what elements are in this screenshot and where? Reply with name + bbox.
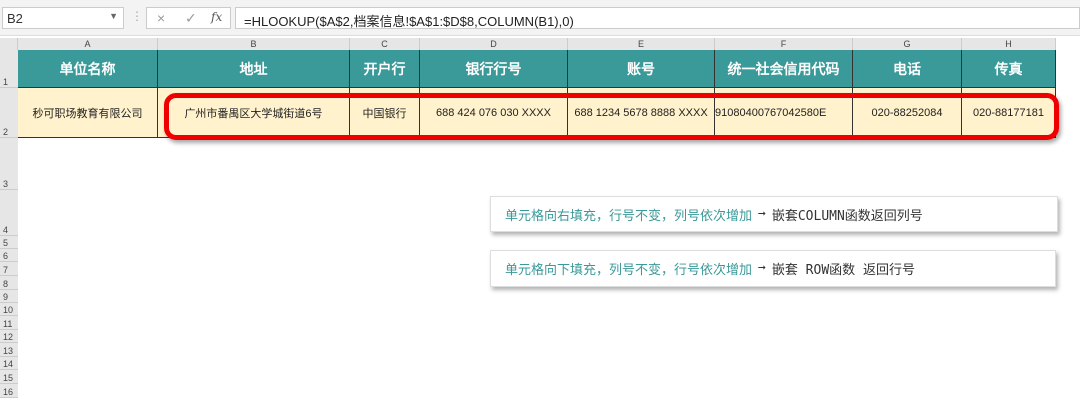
row-header-15[interactable]: 15 [0,370,18,384]
row-header-14[interactable]: 14 [0,357,18,370]
row-header-6[interactable]: 6 [0,249,18,262]
column-header-G[interactable]: G [853,38,962,50]
formula-bar: B2 ▼ ⋮ × ✓ fx =HLOOKUP($A$2,档案信息!$A$1:$D$… [0,0,1080,36]
header-cell[interactable]: 电话 [853,50,962,88]
row-header-4[interactable]: 4 [0,190,18,236]
enter-icon[interactable]: ✓ [185,10,197,27]
header-cell[interactable]: 传真 [962,50,1056,88]
row-header-16[interactable]: 16 [0,384,18,398]
column-header-E[interactable]: E [568,38,715,50]
row-header-3[interactable]: 3 [0,138,18,190]
arrow-right-icon: ➞ [758,261,766,276]
column-header-B[interactable]: B [158,38,350,50]
note-row: 单元格向下填充，列号不变，行号依次增加 ➞ 嵌套 ROW函数 返回行号 [490,250,1056,287]
name-box[interactable]: B2 ▼ [2,7,124,29]
formula-input[interactable]: =HLOOKUP($A$2,档案信息!$A$1:$D$8,COLUMN(B1),… [235,7,1080,29]
chevron-down-icon[interactable]: ▼ [109,11,118,21]
header-cell[interactable]: 开户行 [350,50,420,88]
highlight-outline [164,93,1059,140]
header-cell[interactable]: 单位名称 [18,50,158,88]
drag-handle-icon[interactable]: ⋮ [131,9,143,23]
row-header-10[interactable]: 10 [0,303,18,316]
row-header-1[interactable]: 1 [0,50,18,88]
row-header-8[interactable]: 8 [0,276,18,290]
row-header-12[interactable]: 12 [0,330,18,343]
row-header-7[interactable]: 7 [0,262,18,276]
row-header-2[interactable]: 2 [0,88,18,138]
header-cell[interactable]: 银行行号 [420,50,568,88]
select-all-corner[interactable] [0,38,18,50]
column-header-H[interactable]: H [962,38,1056,50]
insert-function-icon[interactable]: fx [211,10,222,24]
header-cell[interactable]: 地址 [158,50,350,88]
note-column: 单元格向右填充，行号不变，列号依次增加 ➞ 嵌套COLUMN函数返回列号 [490,196,1058,232]
column-header-D[interactable]: D [420,38,568,50]
formula-buttons: × ✓ fx [146,7,231,29]
row-header-5[interactable]: 5 [0,236,18,249]
column-header-C[interactable]: C [350,38,420,50]
row-header-11[interactable]: 11 [0,316,18,330]
data-cell[interactable]: 秒可职场教育有限公司 [18,88,158,138]
column-header-A[interactable]: A [18,38,158,50]
arrow-right-icon: ➞ [758,206,766,222]
cancel-icon[interactable]: × [157,10,165,26]
header-cell[interactable]: 统一社会信用代码 [715,50,853,88]
row-header-9[interactable]: 9 [0,290,18,303]
row-header-13[interactable]: 13 [0,343,18,357]
column-header-F[interactable]: F [715,38,853,50]
header-cell[interactable]: 账号 [568,50,715,88]
